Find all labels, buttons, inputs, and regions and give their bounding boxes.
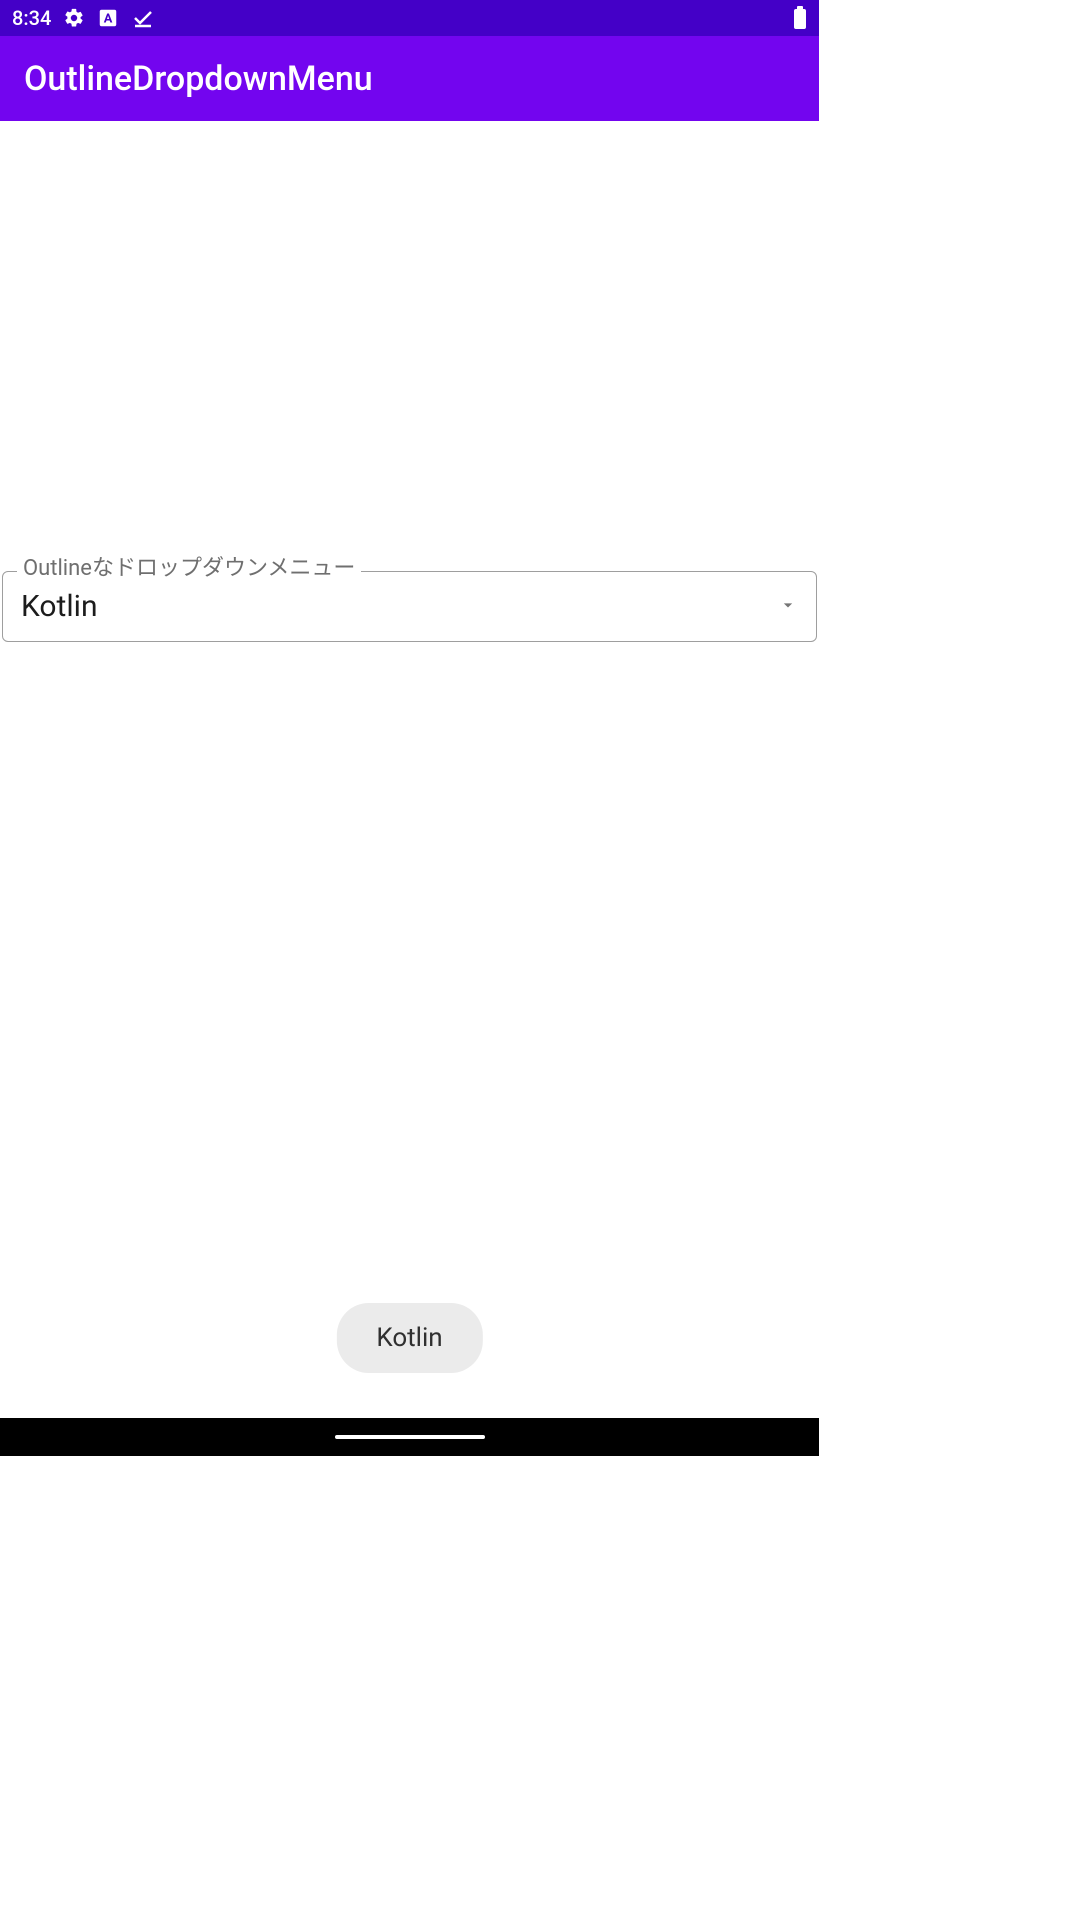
app-title: OutlineDropdownMenu [24,59,373,99]
chevron-down-icon [778,595,798,619]
navigation-bar[interactable] [0,1418,819,1456]
gear-icon [63,7,85,29]
dropdown-container: Outlineなドロップダウンメニュー Kotlin [2,571,817,642]
status-bar: 8:34 A [0,0,819,36]
status-bar-left: 8:34 A [12,6,155,30]
snackbar: Kotlin [336,1303,482,1373]
battery-icon [793,6,807,30]
snackbar-text: Kotlin [376,1323,442,1353]
dropdown-selected-value: Kotlin [21,589,778,624]
status-time: 8:34 [12,6,51,30]
content-area: Outlineなドロップダウンメニュー Kotlin Kotlin [0,121,819,1418]
status-icons: A [63,6,155,30]
outlined-dropdown-field[interactable]: Outlineなドロップダウンメニュー Kotlin [2,571,817,642]
status-bar-right [793,6,807,30]
dropdown-label: Outlineなドロップダウンメニュー [17,558,361,580]
checkmark-icon [131,6,155,30]
keyboard-icon: A [97,7,119,29]
app-bar: OutlineDropdownMenu [0,36,819,121]
svg-text:A: A [104,12,113,27]
nav-handle[interactable] [335,1435,485,1439]
